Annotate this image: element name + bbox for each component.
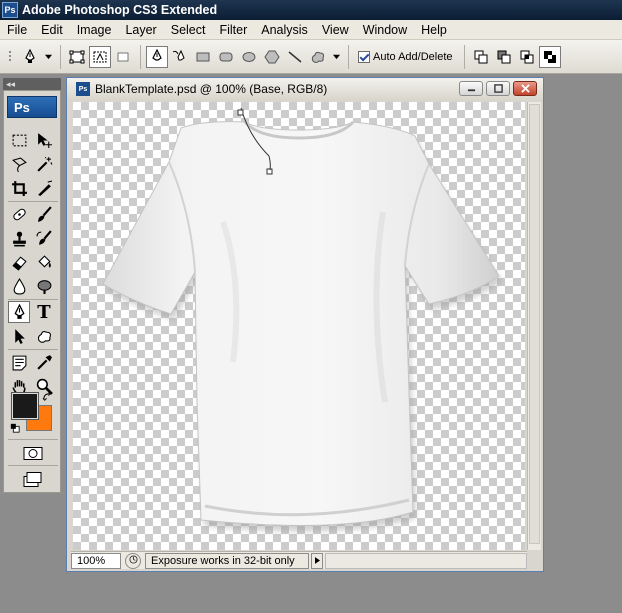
- custom-shape-icon[interactable]: [307, 46, 329, 68]
- paint-bucket-tool-icon[interactable]: [33, 251, 55, 273]
- rectangle-shape-icon[interactable]: [192, 46, 214, 68]
- spot-healing-brush-tool-icon[interactable]: [8, 203, 30, 225]
- quick-mask-mode-icon[interactable]: [21, 442, 45, 464]
- status-info-icon[interactable]: [125, 552, 141, 569]
- app-title-bar: Ps Adobe Photoshop CS3 Extended: [0, 0, 622, 20]
- magic-wand-tool-icon[interactable]: [33, 153, 55, 175]
- blur-tool-icon[interactable]: [8, 275, 30, 297]
- menu-edit[interactable]: Edit: [34, 23, 70, 37]
- status-bar: 100% Exposure works in 32-bit only: [71, 551, 527, 569]
- vertical-scrollbar-thumb[interactable]: [529, 104, 540, 544]
- slice-tool-icon[interactable]: [33, 177, 55, 199]
- auto-add-delete-option[interactable]: Auto Add/Delete: [358, 50, 453, 63]
- options-separator: [140, 44, 141, 69]
- photoshop-logo[interactable]: Ps: [7, 96, 57, 118]
- add-to-path-area-icon[interactable]: [470, 46, 492, 68]
- tool-preset-pen-icon[interactable]: [19, 46, 41, 68]
- document-canvas[interactable]: [73, 102, 525, 550]
- tools-separator: [8, 349, 58, 350]
- menu-image[interactable]: Image: [70, 23, 119, 37]
- photoshop-app-icon: Ps: [2, 2, 18, 18]
- menu-layer[interactable]: Layer: [118, 23, 163, 37]
- minimize-icon: [467, 89, 475, 92]
- type-tool-icon[interactable]: T: [33, 301, 55, 323]
- tools-panel-grip[interactable]: ◂◂: [3, 78, 61, 90]
- menu-file[interactable]: File: [0, 23, 34, 37]
- options-grip-icon[interactable]: [4, 46, 18, 68]
- options-separator: [463, 44, 465, 69]
- menu-window[interactable]: Window: [356, 23, 414, 37]
- menu-select[interactable]: Select: [164, 23, 213, 37]
- notes-tool-icon[interactable]: [8, 351, 30, 373]
- auto-add-delete-checkbox[interactable]: [358, 50, 370, 63]
- restore-icon: [493, 84, 503, 93]
- tools-panel: Ps T: [3, 90, 61, 493]
- rounded-rectangle-shape-icon[interactable]: [215, 46, 237, 68]
- document-title-bar[interactable]: Ps BlankTemplate.psd @ 100% (Base, RGB/8…: [67, 78, 543, 100]
- options-separator: [60, 44, 61, 69]
- tshirt-image: [102, 107, 502, 532]
- options-bar: Auto Add/Delete: [0, 40, 622, 74]
- menu-view[interactable]: View: [315, 23, 356, 37]
- status-menu-arrow-icon[interactable]: [311, 552, 323, 569]
- tools-separator: [8, 201, 58, 202]
- clone-stamp-tool-icon[interactable]: [8, 227, 30, 249]
- move-tool-icon[interactable]: [33, 129, 55, 151]
- path-selection-tool-icon[interactable]: [8, 325, 30, 347]
- document-icon: Ps: [76, 82, 90, 96]
- subtract-from-path-area-icon[interactable]: [493, 46, 515, 68]
- document-window: Ps BlankTemplate.psd @ 100% (Base, RGB/8…: [66, 77, 544, 572]
- swap-colors-icon[interactable]: [40, 389, 54, 403]
- window-controls: [456, 81, 537, 96]
- dodge-tool-icon[interactable]: [33, 275, 55, 297]
- horizontal-scrollbar[interactable]: [325, 552, 527, 569]
- close-icon: [520, 84, 530, 93]
- crop-tool-icon[interactable]: [8, 177, 30, 199]
- zoom-level-field[interactable]: 100%: [71, 552, 121, 569]
- foreground-color-swatch[interactable]: [11, 392, 39, 420]
- menu-help[interactable]: Help: [414, 23, 454, 37]
- polygon-shape-icon[interactable]: [261, 46, 283, 68]
- exclude-overlapping-path-areas-icon[interactable]: [538, 45, 561, 68]
- options-separator: [348, 44, 349, 69]
- document-title: BlankTemplate.psd @ 100% (Base, RGB/8): [95, 82, 328, 96]
- fill-pixels-icon[interactable]: [112, 46, 134, 68]
- status-info-text: Exposure works in 32-bit only: [145, 552, 309, 569]
- pen-tool-icon[interactable]: [8, 301, 30, 323]
- menu-filter[interactable]: Filter: [212, 23, 254, 37]
- menu-analysis[interactable]: Analysis: [254, 23, 315, 37]
- close-button[interactable]: [513, 81, 537, 96]
- screen-mode-icon[interactable]: [21, 468, 45, 490]
- brush-tool-icon[interactable]: [33, 203, 55, 225]
- shape-layers-icon[interactable]: [66, 46, 88, 68]
- tools-separator: [8, 465, 58, 466]
- eyedropper-tool-icon[interactable]: [33, 351, 55, 373]
- tools-separator: [8, 439, 58, 440]
- menu-bar: File Edit Image Layer Select Filter Anal…: [0, 20, 622, 40]
- pen-tool-option-icon[interactable]: [146, 45, 168, 68]
- default-colors-icon[interactable]: [8, 421, 22, 435]
- paths-mode-icon[interactable]: [89, 45, 111, 68]
- vertical-scrollbar[interactable]: [527, 102, 541, 550]
- custom-shape-dropdown-icon[interactable]: [330, 46, 342, 68]
- ellipse-shape-icon[interactable]: [238, 46, 260, 68]
- custom-shape-tool-icon[interactable]: [33, 325, 55, 347]
- eraser-tool-icon[interactable]: [8, 251, 30, 273]
- restore-button[interactable]: [486, 81, 510, 96]
- tool-preset-dropdown-icon[interactable]: [42, 46, 54, 68]
- line-shape-icon[interactable]: [284, 46, 306, 68]
- lasso-tool-icon[interactable]: [8, 153, 30, 175]
- minimize-button[interactable]: [459, 81, 483, 96]
- intersect-path-areas-icon[interactable]: [516, 46, 538, 68]
- freeform-pen-icon[interactable]: [169, 46, 191, 68]
- rectangular-marquee-tool-icon[interactable]: [8, 129, 30, 151]
- tools-separator: [8, 299, 58, 300]
- auto-add-delete-label: Auto Add/Delete: [373, 50, 453, 63]
- history-brush-tool-icon[interactable]: [33, 227, 55, 249]
- app-title: Adobe Photoshop CS3 Extended: [22, 3, 218, 17]
